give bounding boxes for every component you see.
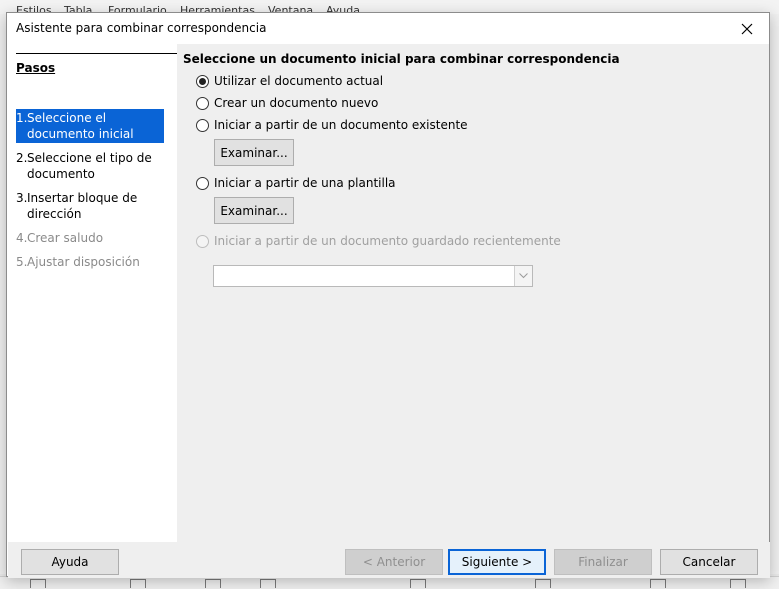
browse-existing-button[interactable]: Examinar...: [214, 139, 294, 166]
step-label: Insertar bloque de dirección: [27, 191, 138, 221]
radio-button[interactable]: [196, 118, 209, 132]
step-2-document-type[interactable]: 2.Seleccione el tipo de documento: [16, 149, 164, 183]
recent-documents-combo: [213, 265, 533, 287]
step-number: 2.: [16, 151, 28, 165]
step-number: 3.: [16, 191, 28, 205]
step-label: Ajustar disposición: [27, 255, 140, 269]
finish-button: Finalizar: [554, 549, 652, 575]
option-existing-document[interactable]: Iniciar a partir de un documento existen…: [196, 118, 468, 132]
option-current-document[interactable]: Utilizar el documento actual: [196, 74, 383, 88]
option-label: Crear un documento nuevo: [214, 96, 379, 110]
step-5-adjust-layout: 5.Ajustar disposición: [16, 253, 164, 271]
radio-button: [196, 234, 209, 248]
help-button[interactable]: Ayuda: [21, 549, 119, 575]
chevron-down-icon: [514, 266, 532, 286]
radio-button[interactable]: [196, 176, 209, 190]
bg-toolbar-icon: [30, 579, 46, 588]
step-label: Crear saludo: [27, 231, 104, 245]
radio-button[interactable]: [196, 96, 209, 110]
option-label: Iniciar a partir de un documento guardad…: [214, 234, 561, 248]
bg-toolbar-icon: [730, 579, 746, 588]
steps-title: Pasos: [16, 61, 56, 75]
step-number: 5.: [16, 255, 28, 269]
option-new-document[interactable]: Crear un documento nuevo: [196, 96, 378, 110]
option-recent-document: Iniciar a partir de un documento guardad…: [196, 234, 561, 248]
back-button: < Anterior: [345, 549, 443, 575]
dialog-titlebar: Asistente para combinar correspondencia: [7, 13, 769, 44]
background-right-edge: [770, 14, 779, 574]
step-content-panel: Seleccione un documento inicial para com…: [177, 44, 769, 542]
bg-toolbar-icon: [535, 579, 551, 588]
step-label: Seleccione el tipo de documento: [27, 151, 152, 181]
option-label: Utilizar el documento actual: [214, 74, 384, 88]
step-4-salutation: 4.Crear saludo: [16, 229, 164, 247]
bg-toolbar-icon: [650, 579, 666, 588]
sidebar-divider: [16, 53, 178, 54]
dialog-footer: Ayuda < Anterior Siguiente > Finalizar C…: [8, 542, 770, 578]
option-label: Iniciar a partir de un documento existen…: [214, 118, 468, 132]
bg-toolbar-icon: [130, 579, 146, 588]
step-number: 4.: [16, 231, 28, 245]
bg-toolbar-icon: [205, 579, 221, 588]
browse-template-button[interactable]: Examinar...: [214, 197, 294, 224]
next-button[interactable]: Siguiente >: [448, 549, 546, 575]
step-number: 1.: [16, 111, 28, 125]
option-template[interactable]: Iniciar a partir de una plantilla: [196, 176, 396, 190]
step-label: Seleccione el documento inicial: [27, 111, 134, 141]
bg-toolbar-icon: [260, 579, 276, 588]
step-heading: Seleccione un documento inicial para com…: [183, 52, 620, 66]
mail-merge-wizard-dialog: Asistente para combinar correspondencia …: [6, 12, 770, 578]
steps-sidebar: Pasos 1.Seleccione el documento inicial …: [8, 44, 178, 542]
cancel-button[interactable]: Cancelar: [660, 549, 758, 575]
bg-toolbar-icon: [410, 579, 426, 588]
step-3-address-block[interactable]: 3.Insertar bloque de dirección: [16, 189, 164, 223]
close-button[interactable]: [725, 13, 769, 44]
close-icon: [741, 23, 753, 34]
dialog-title: Asistente para combinar correspondencia: [16, 21, 267, 35]
option-label: Iniciar a partir de una plantilla: [214, 176, 396, 190]
step-1-select-document[interactable]: 1.Seleccione el documento inicial: [16, 109, 164, 143]
radio-button[interactable]: [196, 74, 209, 88]
